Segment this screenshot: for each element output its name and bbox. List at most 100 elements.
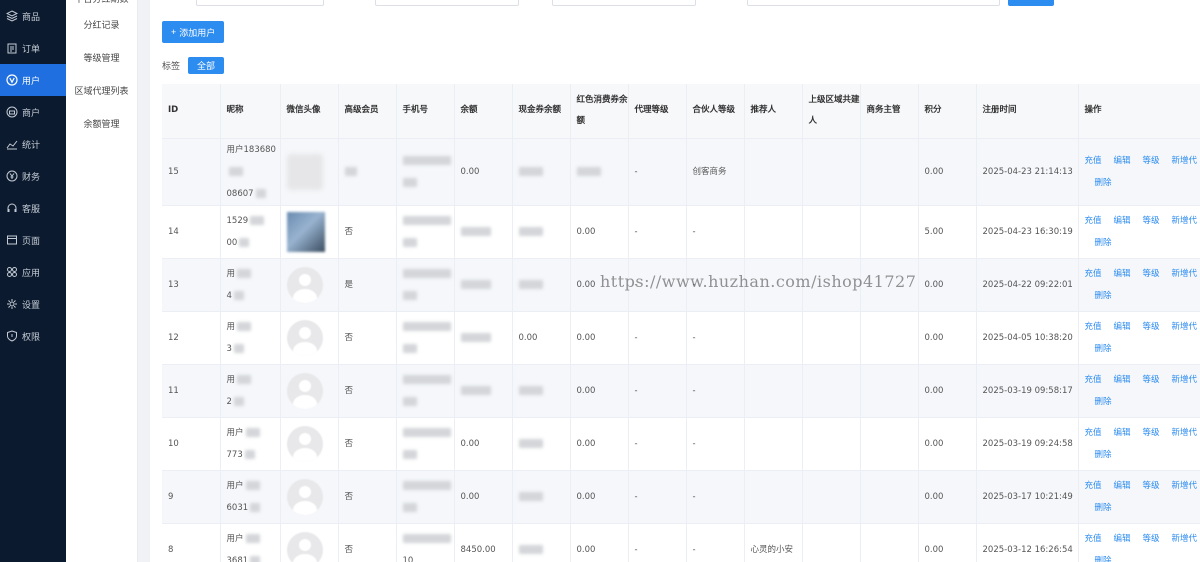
cell-red-coupon: 0.00 (570, 311, 629, 365)
action-delete-link[interactable]: 删除 (1095, 178, 1112, 188)
action-delete-link[interactable]: 删除 (1095, 556, 1112, 562)
sidebar-item-label: 财务 (22, 172, 41, 183)
redacted-value (402, 449, 417, 459)
add-user-button[interactable]: + 添加用户 (162, 21, 225, 43)
subnav-item-0[interactable]: 平台分红期数 (66, 0, 137, 10)
action-level-link[interactable]: 等级 (1143, 216, 1160, 226)
action-recharge-link[interactable]: 充值 (1085, 322, 1102, 332)
cell-avatar (280, 258, 339, 312)
sidebar-item-10[interactable]: 权限 (0, 320, 66, 352)
action-edit-link[interactable]: 编辑 (1114, 534, 1131, 544)
cell-avatar (280, 311, 339, 365)
filter-input-2[interactable] (375, 0, 519, 6)
sidebar-item-0[interactable]: 商品 (0, 0, 66, 32)
column-header: 红色消费券余额 (570, 84, 629, 139)
redacted-value (245, 533, 260, 543)
cell-region-builder (802, 470, 861, 524)
cell-vip: 否 (338, 205, 397, 259)
subnav-item-4[interactable]: 余额管理 (66, 109, 137, 142)
action-delete-link[interactable]: 删除 (1095, 291, 1112, 301)
action-delete-link[interactable]: 删除 (1095, 344, 1112, 354)
subnav-item-3[interactable]: 区域代理列表 (66, 76, 137, 109)
action-edit-link[interactable]: 编辑 (1114, 481, 1131, 491)
cell-region-builder (802, 258, 861, 312)
subnav-item-1[interactable]: 分红记录 (66, 10, 137, 43)
action-add-agent-link[interactable]: 新增代 (1172, 534, 1198, 544)
redacted-value (255, 188, 266, 198)
filter-input-4[interactable] (747, 0, 1000, 6)
cell-region-builder (802, 311, 861, 365)
table-header: ID 昵称 微信头像 高级会员 手机号 余额 现金券余额 红色消费券余额 代理等级 合伙人等级 推荐… (162, 84, 1200, 139)
cell-actions: 充值 编辑 等级 新增代删除 (1078, 523, 1200, 562)
sidebar-item-1[interactable]: 订单 (0, 32, 66, 64)
table-row: 12 用 3 否 0.00 0.00- -0.00 2025-04-05 10:38:20 充值… (162, 311, 1200, 365)
action-edit-link[interactable]: 编辑 (1114, 269, 1131, 279)
action-level-link[interactable]: 等级 (1143, 534, 1160, 544)
cell-id: 13 (162, 258, 221, 312)
action-level-link[interactable]: 等级 (1143, 322, 1160, 332)
action-add-agent-link[interactable]: 新增代 (1172, 375, 1198, 385)
column-header: 余额 (454, 84, 513, 139)
cell-business-manager (860, 523, 919, 562)
action-recharge-link[interactable]: 充值 (1085, 481, 1102, 491)
sidebar-item-5[interactable]: 财务 (0, 160, 66, 192)
subnav-item-2[interactable]: 等级管理 (66, 43, 137, 76)
search-button[interactable] (1008, 0, 1054, 6)
filter-input-3[interactable] (552, 0, 696, 6)
action-add-agent-link[interactable]: 新增代 (1172, 269, 1198, 279)
clipboard-icon (7, 43, 17, 54)
cell-partner-level: - (686, 258, 745, 312)
action-add-agent-link[interactable]: 新增代 (1172, 156, 1198, 166)
action-add-agent-link[interactable]: 新增代 (1172, 481, 1198, 491)
sidebar-item-2[interactable]: 用户 (0, 64, 66, 96)
cell-referrer: 心灵的小安 (744, 523, 803, 562)
cell-id: 12 (162, 311, 221, 365)
action-edit-link[interactable]: 编辑 (1114, 428, 1131, 438)
sidebar-item-4[interactable]: 统计 (0, 128, 66, 160)
action-level-link[interactable]: 等级 (1143, 481, 1160, 491)
action-recharge-link[interactable]: 充值 (1085, 375, 1102, 385)
action-edit-link[interactable]: 编辑 (1114, 375, 1131, 385)
action-level-link[interactable]: 等级 (1143, 156, 1160, 166)
redacted-value (460, 279, 491, 289)
action-recharge-link[interactable]: 充值 (1085, 534, 1102, 544)
cell-cash-coupon (512, 364, 571, 418)
action-edit-link[interactable]: 编辑 (1114, 322, 1131, 332)
action-delete-link[interactable]: 删除 (1095, 503, 1112, 513)
action-recharge-link[interactable]: 充值 (1085, 428, 1102, 438)
avatar (286, 153, 323, 190)
action-add-agent-link[interactable]: 新增代 (1172, 216, 1198, 226)
action-delete-link[interactable]: 删除 (1095, 397, 1112, 407)
cell-referrer (744, 205, 803, 259)
cell-nickname: 用户 773 (220, 417, 281, 471)
redacted-value (518, 226, 543, 236)
action-recharge-link[interactable]: 充值 (1085, 269, 1102, 279)
action-level-link[interactable]: 等级 (1143, 428, 1160, 438)
action-recharge-link[interactable]: 充值 (1085, 216, 1102, 226)
cell-phone (396, 417, 455, 471)
cell-red-coupon: 0.00 (570, 523, 629, 562)
action-delete-link[interactable]: 删除 (1095, 450, 1112, 460)
cell-partner-level: 创客商务 (686, 138, 745, 206)
action-recharge-link[interactable]: 充值 (1085, 156, 1102, 166)
action-add-agent-link[interactable]: 新增代 (1172, 322, 1198, 332)
action-add-agent-link[interactable]: 新增代 (1172, 428, 1198, 438)
filter-input-1[interactable] (196, 0, 324, 6)
cell-partner-level: - (686, 205, 745, 259)
sidebar-item-3[interactable]: 商户 (0, 96, 66, 128)
sidebar-item-7[interactable]: 页面 (0, 224, 66, 256)
action-level-link[interactable]: 等级 (1143, 375, 1160, 385)
redacted-value (402, 177, 417, 187)
secondary-sidebar: 平台分红期数 分红记录 等级管理 区域代理列表余额管理 (66, 0, 138, 562)
cell-nickname: 用4 (220, 258, 281, 312)
sidebar-item-8[interactable]: 应用 (0, 256, 66, 288)
action-level-link[interactable]: 等级 (1143, 269, 1160, 279)
action-edit-link[interactable]: 编辑 (1114, 156, 1131, 166)
sidebar-item-label: 应用 (22, 268, 41, 279)
tag-all-button[interactable]: 全部 (188, 57, 225, 74)
action-delete-link[interactable]: 删除 (1095, 238, 1112, 248)
action-edit-link[interactable]: 编辑 (1114, 216, 1131, 226)
sidebar-item-9[interactable]: 设置 (0, 288, 66, 320)
subnav-label: 余额管理 (83, 120, 120, 130)
sidebar-item-6[interactable]: 客服 (0, 192, 66, 224)
